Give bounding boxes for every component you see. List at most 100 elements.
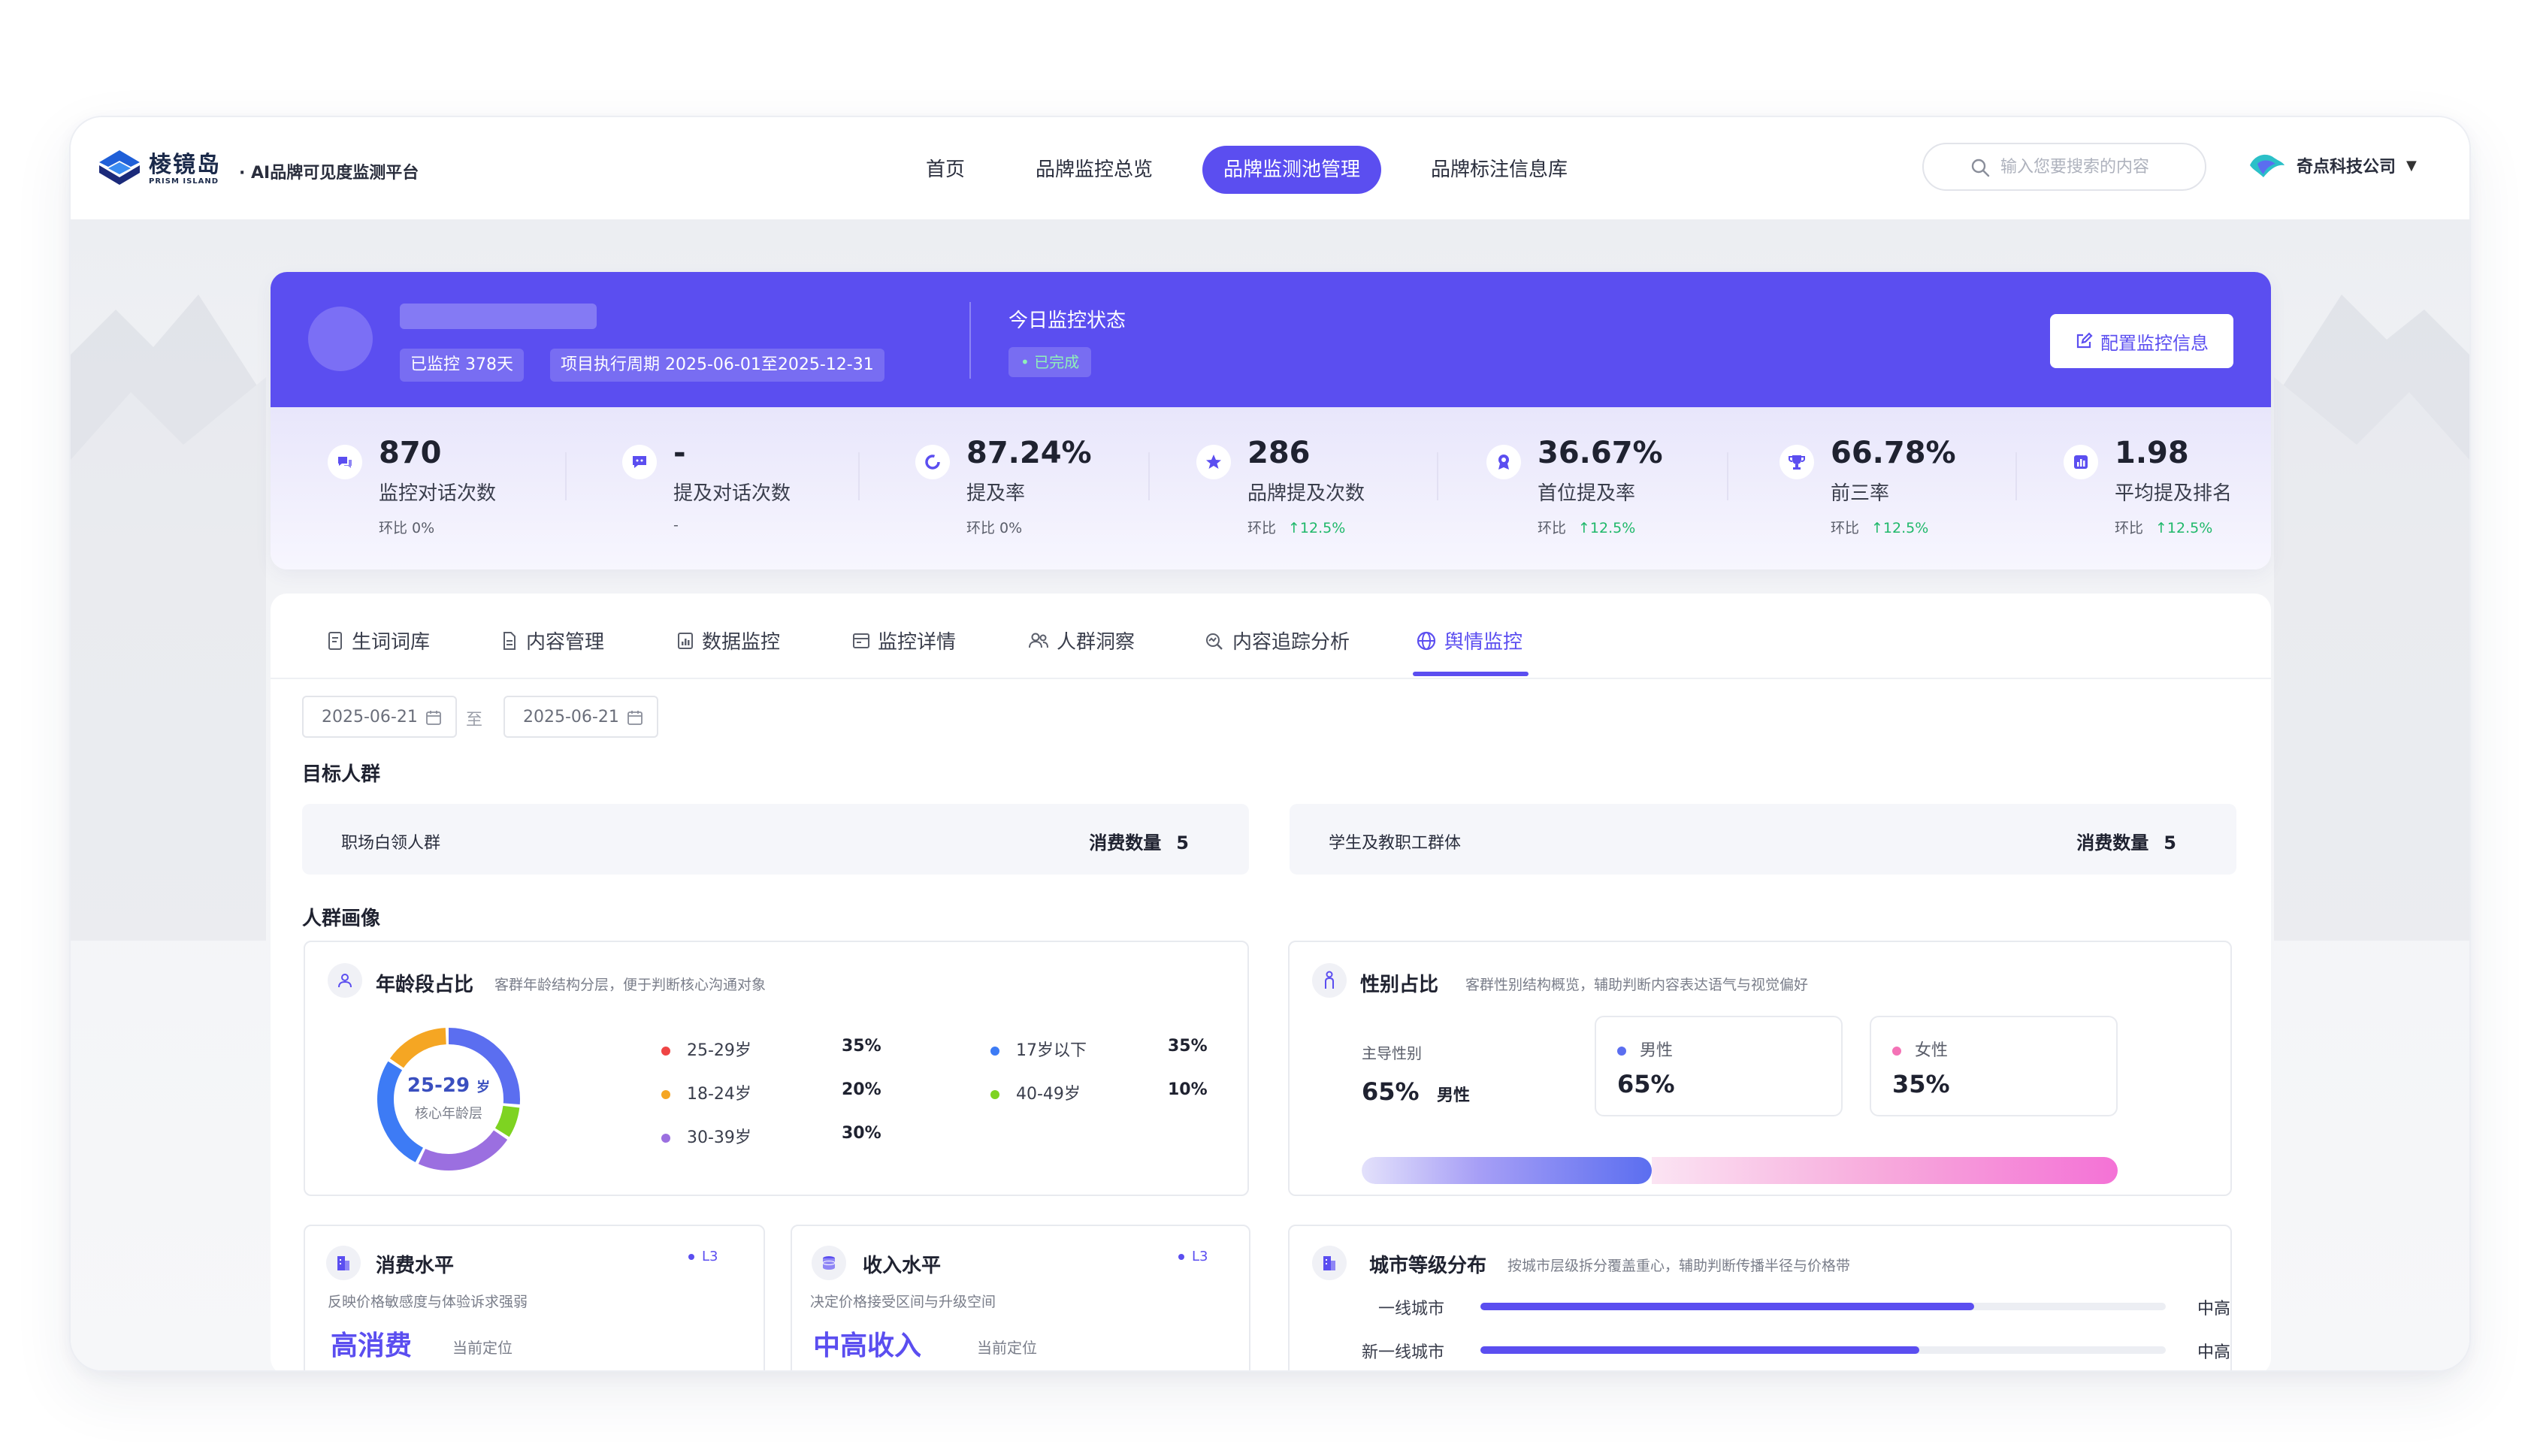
top-bar: 棱镜岛 PRISM ISLAND · AI品牌可见度监测平台 首页 品牌监控总览… <box>71 117 2469 221</box>
stat-value: 36.67% <box>1538 436 1663 470</box>
consumption-value: 高消费 <box>331 1331 413 1361</box>
city-subtitle: 按城市层级拆分覆盖重心，辅助判断传播半径与价格带 <box>1507 1258 1851 1274</box>
stat-compare: 环比 ↑12.5% <box>1831 520 1929 536</box>
gender-distribution-card: 性别占比 客群性别结构概览，辅助判断内容表达语气与视觉偏好 主导性别 65% 男… <box>1288 941 2232 1196</box>
group-card-students[interactable]: 学生及教职工群体 消费数量 5 <box>1290 804 2236 875</box>
tab-label: 数据监控 <box>702 631 781 654</box>
age-center-value: 25-29 岁 <box>407 1074 491 1097</box>
tab-monitoring-detail[interactable]: 监控详情 <box>852 627 956 654</box>
group-card-white-collar[interactable]: 职场白领人群 消费数量 5 <box>302 804 1249 875</box>
prism-logo-icon <box>99 150 140 185</box>
search-box[interactable] <box>1922 143 2206 191</box>
building-icon <box>326 1246 361 1280</box>
trophy-icon <box>1780 445 1814 479</box>
mountain-left-decoration <box>71 295 266 941</box>
city-row: 一线城市 中高 <box>1332 1289 2230 1319</box>
date-start-value: 2025-06-21 <box>322 707 418 726</box>
ring-icon <box>915 445 950 479</box>
consumption-level-card: 消费水平 L3 反映价格敏感度与体验诉求强弱 高消费 当前定位 <box>304 1225 765 1370</box>
tab-bar: 生词词库 内容管理 数据监控 监控详情 人群洞察 内容追踪分析 舆情监控 <box>271 594 2271 679</box>
income-value: 中高收入 <box>813 1331 922 1361</box>
logo[interactable]: 棱镜岛 PRISM ISLAND <box>96 147 221 191</box>
nav-home[interactable]: 首页 <box>905 146 986 194</box>
city-title: 城市等级分布 <box>1369 1255 1487 1277</box>
banner-header: 已监控 378天 项目执行周期 2025-06-01至2025-12-31 今日… <box>271 272 2271 407</box>
male-stat-box: 男性 65% <box>1595 1016 1843 1116</box>
dominant-gender-pct: 65% <box>1362 1077 1420 1106</box>
date-separator: 至 <box>466 711 483 730</box>
nav-brand-pool[interactable]: 品牌监测池管理 <box>1202 146 1382 194</box>
age-donut-chart <box>377 1028 520 1171</box>
brand-name-placeholder <box>400 304 597 329</box>
main-nav: 首页 品牌监控总览 品牌监测池管理 品牌标注信息库 <box>905 146 1617 194</box>
stat-value: - <box>673 436 686 470</box>
calendar-icon <box>627 711 643 725</box>
group-name: 职场白领人群 <box>341 834 441 853</box>
age-legend-item: 18-24岁 <box>661 1080 751 1104</box>
monitored-days-badge: 已监控 378天 <box>400 349 524 382</box>
globe-icon <box>1417 631 1436 650</box>
search-icon <box>1971 159 1990 177</box>
date-end-value: 2025-06-21 <box>523 707 619 726</box>
date-start-picker[interactable]: 2025-06-21 <box>302 696 457 738</box>
city-level: 中高 <box>2197 1300 2231 1319</box>
company-switcher[interactable]: 奇点科技公司 ▼ <box>2247 147 2417 183</box>
config-monitor-button[interactable]: 配置监控信息 <box>2050 314 2233 368</box>
stat-divider <box>1437 452 1438 500</box>
tab-crowd-insight[interactable]: 人群洞察 <box>1028 627 1135 654</box>
stat-divider <box>2015 452 2017 500</box>
nav-brand-overview[interactable]: 品牌监控总览 <box>1014 146 1174 194</box>
income-level-card: 收入水平 L3 决定价格接受区间与升级空间 中高收入 当前定位 <box>791 1225 1250 1370</box>
stat-label: 品牌提及次数 <box>1247 482 1365 505</box>
stat-value: 1.98 <box>2115 436 2189 470</box>
chevron-down-icon: ▼ <box>2406 157 2417 174</box>
stat-label: 提及率 <box>966 482 1026 505</box>
tab-content-tracking[interactable]: 内容追踪分析 <box>1204 627 1350 654</box>
bar-chart-icon <box>2064 445 2098 479</box>
consumption-title: 消费水平 <box>376 1255 455 1277</box>
stat-value: 87.24% <box>966 436 1092 470</box>
female-stat-box: 女性 35% <box>1870 1016 2118 1116</box>
income-title: 收入水平 <box>863 1255 942 1277</box>
stat-value: 870 <box>379 436 442 470</box>
nav-brand-annotation[interactable]: 品牌标注信息库 <box>1410 146 1589 194</box>
city-level: 中高 <box>2197 1343 2231 1362</box>
consumption-subtitle: 反映价格敏感度与体验诉求强弱 <box>328 1294 528 1310</box>
group-name: 学生及教职工群体 <box>1329 834 1462 853</box>
platform-name: · AI品牌可见度监测平台 <box>239 164 419 183</box>
stat-compare: 环比 0% <box>379 520 435 536</box>
tab-sentiment-monitoring[interactable]: 舆情监控 <box>1416 627 1523 654</box>
stats-row: 870 监控对话次数 环比 0% - 提及对话次数 - 87.24% 提及率 环… <box>271 407 2271 569</box>
city-building-icon <box>1312 1246 1347 1280</box>
tab-content-management[interactable]: 内容管理 <box>500 627 604 654</box>
male-pct: 65% <box>1617 1070 1675 1098</box>
tab-data-monitoring[interactable]: 数据监控 <box>676 627 780 654</box>
female-label: 女性 <box>1892 1037 1948 1061</box>
stat-divider <box>565 452 567 500</box>
tab-vocabulary[interactable]: 生词词库 <box>326 627 430 654</box>
message-icon <box>622 445 657 479</box>
consumption-level-badge: L3 <box>688 1249 718 1264</box>
stat-divider <box>1148 452 1150 500</box>
age-card-subtitle: 客群年龄结构分层，便于判断核心沟通对象 <box>494 977 767 993</box>
stat-compare: 环比 ↑12.5% <box>1247 520 1346 536</box>
age-legend-item: 17岁以下 <box>990 1037 1087 1061</box>
stat-label: 前三率 <box>1831 482 1890 505</box>
city-bar-fill <box>1480 1303 1974 1310</box>
people-icon <box>1029 633 1048 648</box>
city-name: 一线城市 <box>1377 1300 1444 1319</box>
date-end-picker[interactable]: 2025-06-21 <box>503 696 658 738</box>
target-groups-title: 目标人群 <box>302 763 381 786</box>
consumption-position-label: 当前定位 <box>452 1339 513 1357</box>
income-level-badge: L3 <box>1178 1249 1208 1264</box>
brand-avatar <box>308 307 373 371</box>
stat-compare: 环比 ↑12.5% <box>1538 520 1636 536</box>
search-input[interactable] <box>1999 156 2190 177</box>
brand-banner: 已监控 378天 项目执行周期 2025-06-01至2025-12-31 今日… <box>271 272 2271 569</box>
stat-label: 提及对话次数 <box>673 482 791 505</box>
age-legend-pct: 30% <box>842 1124 881 1143</box>
tab-label: 舆情监控 <box>1444 631 1523 654</box>
company-logo-icon <box>2250 154 2285 177</box>
city-row: 新一线城市 中高 <box>1332 1333 2230 1363</box>
gender-card-title: 性别占比 <box>1360 974 1439 996</box>
